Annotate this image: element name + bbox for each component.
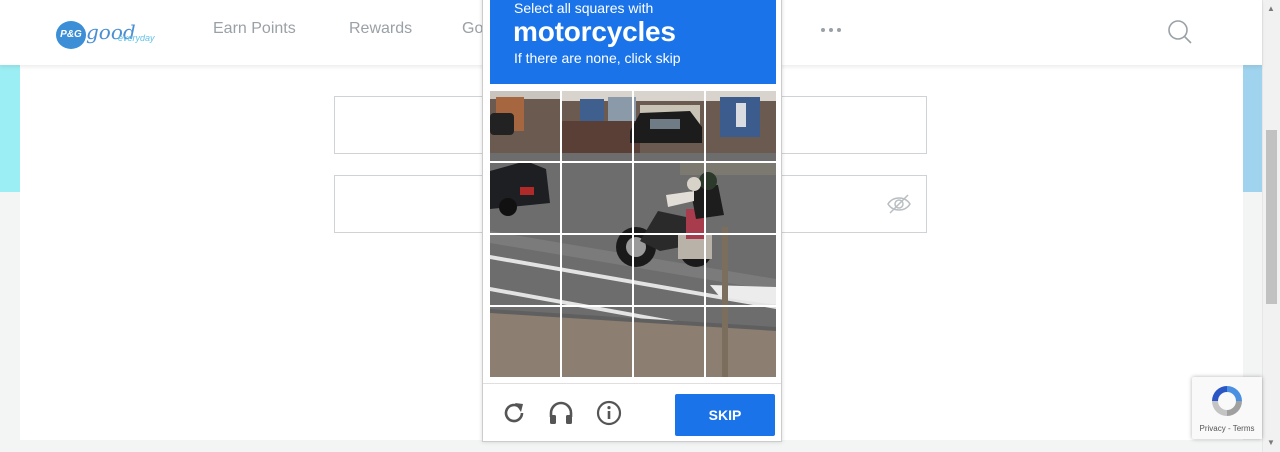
challenge-instruction: Select all squares with [514, 0, 654, 16]
challenge-target: motorcycles [513, 16, 676, 47]
nav-rewards[interactable]: Rewards [349, 20, 412, 38]
challenge-footer: SKIP [483, 383, 781, 442]
challenge-tile-r1c4[interactable] [706, 91, 776, 161]
challenge-tile-r2c1[interactable] [490, 163, 560, 233]
challenge-tile-r2c4[interactable] [706, 163, 776, 233]
decorative-stripe-left [0, 65, 20, 192]
logo-tagline: everyday [118, 33, 155, 43]
reload-icon[interactable] [501, 400, 527, 426]
search-icon [1168, 20, 1192, 44]
search-button[interactable] [1166, 18, 1194, 46]
recaptcha-privacy-terms[interactable]: Privacy - Terms [1192, 424, 1262, 433]
challenge-tile-r4c2[interactable] [562, 307, 632, 377]
ellipsis-icon [821, 28, 841, 32]
challenge-tile-r1c2[interactable] [562, 91, 632, 161]
nav-earn-points[interactable]: Earn Points [213, 20, 296, 38]
challenge-tile-r4c4[interactable] [706, 307, 776, 377]
pg-good-everyday-logo[interactable]: P&G good everyday [56, 16, 166, 54]
challenge-tile-r1c1[interactable] [490, 91, 560, 161]
challenge-tile-r3c4[interactable] [706, 235, 776, 305]
skip-button[interactable]: SKIP [675, 394, 775, 436]
challenge-tile-r3c3[interactable] [634, 235, 704, 305]
scrollbar-thumb[interactable] [1266, 130, 1277, 304]
challenge-tile-r4c1[interactable] [490, 307, 560, 377]
eye-slash-icon[interactable] [886, 193, 912, 215]
page-scrollbar[interactable]: ▲ ▼ [1262, 0, 1280, 452]
more-menu-button[interactable] [820, 20, 842, 38]
scroll-down-arrow-icon[interactable]: ▼ [1267, 438, 1275, 447]
recaptcha-badge[interactable]: Privacy - Terms [1192, 377, 1262, 439]
challenge-image-grid [490, 91, 776, 377]
challenge-header: Select all squares with motorcycles If t… [490, 0, 776, 84]
challenge-subtext: If there are none, click skip [514, 50, 681, 66]
nav-item-partial[interactable]: Go [462, 20, 483, 38]
recaptcha-logo-icon [1212, 386, 1242, 416]
pg-logo-badge: P&G [56, 21, 86, 49]
info-icon[interactable] [596, 400, 622, 426]
scroll-up-arrow-icon[interactable]: ▲ [1267, 4, 1275, 13]
challenge-tile-r2c3[interactable] [634, 163, 704, 233]
recaptcha-challenge-dialog: Select all squares with motorcycles If t… [482, 0, 782, 442]
challenge-tile-r4c3[interactable] [634, 307, 704, 377]
challenge-tile-r1c3[interactable] [634, 91, 704, 161]
challenge-tile-r2c2[interactable] [562, 163, 632, 233]
challenge-tile-r3c2[interactable] [562, 235, 632, 305]
headphones-icon[interactable] [548, 400, 574, 426]
challenge-tile-r3c1[interactable] [490, 235, 560, 305]
decorative-stripe-right [1243, 65, 1262, 192]
